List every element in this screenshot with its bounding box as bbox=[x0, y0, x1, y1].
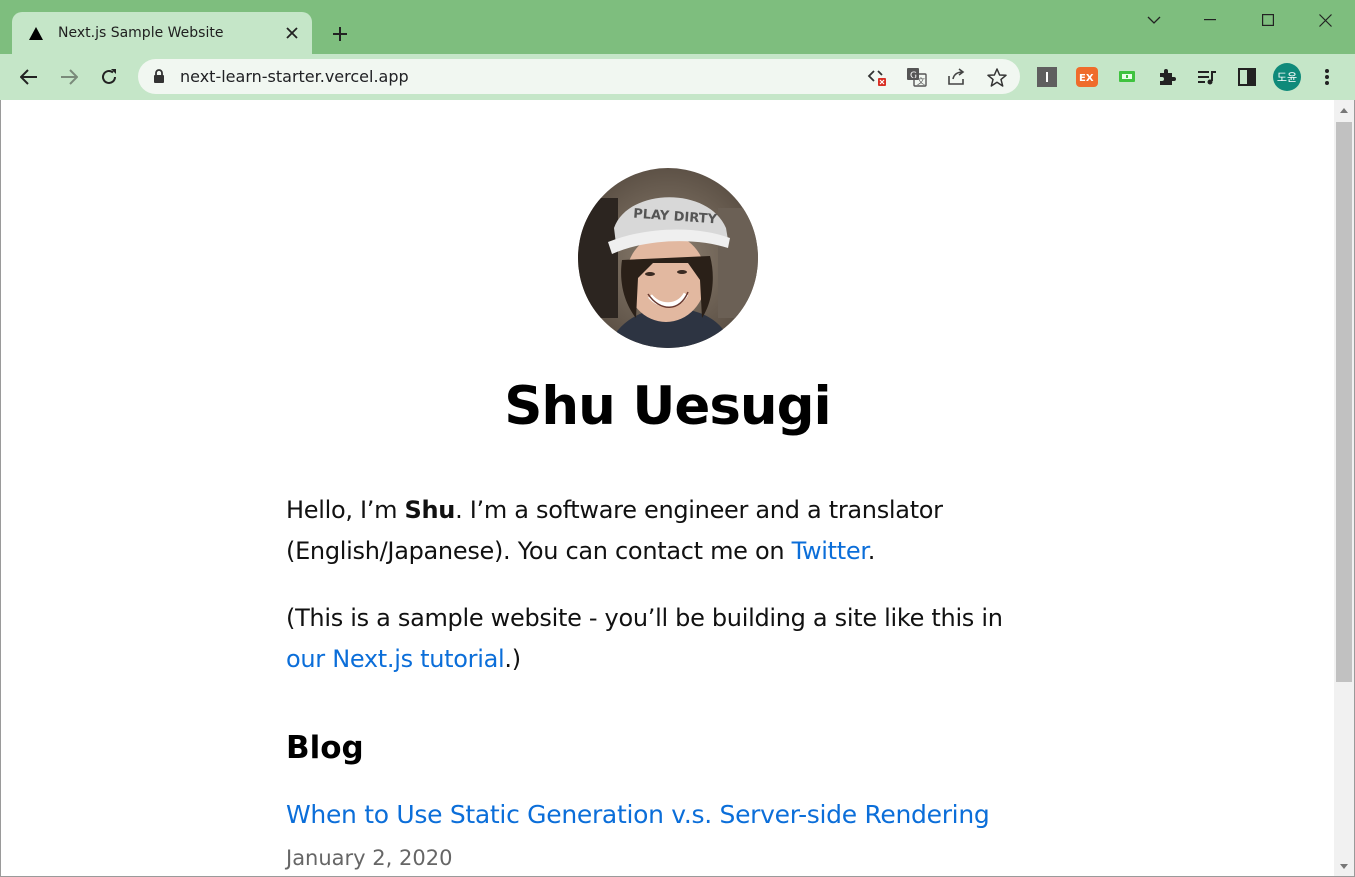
puzzle-icon[interactable] bbox=[1155, 65, 1179, 89]
tab-title: Next.js Sample Website bbox=[58, 25, 224, 41]
window-border-left bbox=[0, 100, 1, 877]
page-scrollbar[interactable] bbox=[1334, 100, 1354, 876]
menu-kebab-icon[interactable] bbox=[1315, 65, 1339, 89]
scroll-thumb[interactable] bbox=[1336, 122, 1352, 682]
bookmark-star-icon[interactable] bbox=[985, 65, 1009, 89]
maximize-icon[interactable] bbox=[1248, 6, 1288, 34]
svg-text:EX: EX bbox=[1079, 73, 1094, 84]
reload-icon[interactable] bbox=[94, 62, 124, 92]
ex-extension-icon[interactable]: EX bbox=[1075, 65, 1099, 89]
blog-heading: Blog bbox=[286, 730, 364, 766]
code-blocked-icon[interactable] bbox=[865, 65, 889, 89]
tab-search-icon[interactable] bbox=[1134, 6, 1174, 34]
close-window-icon[interactable] bbox=[1305, 6, 1345, 34]
svg-text:文: 文 bbox=[917, 76, 925, 86]
web-page: PLAY DIRTY Shu Uesugi Hello, I’m Shu. I’… bbox=[1, 100, 1334, 876]
intro-text: Hello, I’m bbox=[286, 496, 405, 524]
profile-avatar[interactable]: 도윤 bbox=[1272, 62, 1302, 92]
browser-tab[interactable]: Next.js Sample Website bbox=[12, 12, 312, 54]
scroll-up-arrow-icon[interactable] bbox=[1334, 100, 1354, 120]
back-icon[interactable] bbox=[14, 62, 44, 92]
minimize-icon[interactable] bbox=[1190, 6, 1230, 34]
address-bar[interactable]: next-learn-starter.vercel.app G文 bbox=[138, 59, 1020, 94]
translate-icon[interactable]: G文 bbox=[905, 65, 929, 89]
blog-post-link[interactable]: When to Use Static Generation v.s. Serve… bbox=[286, 800, 990, 829]
scroll-down-arrow-icon[interactable] bbox=[1334, 856, 1354, 876]
browser-toolbar: next-learn-starter.vercel.app G文 EX 도윤 bbox=[0, 54, 1355, 100]
lock-icon[interactable] bbox=[152, 68, 168, 84]
instapaper-icon[interactable] bbox=[1035, 65, 1059, 89]
blog-post-date: January 2, 2020 bbox=[286, 846, 453, 870]
sample-note-end: .) bbox=[504, 645, 521, 673]
forward-icon[interactable] bbox=[54, 62, 84, 92]
intro-bold-name: Shu bbox=[404, 496, 456, 524]
tutorial-link[interactable]: our Next.js tutorial bbox=[286, 645, 505, 673]
intro-paragraph: Hello, I’m Shu. I’m a software engineer … bbox=[286, 490, 1026, 572]
green-extension-icon[interactable] bbox=[1115, 65, 1139, 89]
browser-titlebar: Next.js Sample Website bbox=[0, 0, 1355, 54]
reading-list-icon[interactable] bbox=[1195, 65, 1219, 89]
sample-note-paragraph: (This is a sample website - you’ll be bu… bbox=[286, 598, 1026, 680]
new-tab-button[interactable] bbox=[326, 20, 354, 48]
page-title: Shu Uesugi bbox=[504, 376, 831, 437]
sample-note-text: (This is a sample website - you’ll be bu… bbox=[286, 604, 1003, 632]
share-icon[interactable] bbox=[945, 65, 969, 89]
profile-initials: 도윤 bbox=[1276, 71, 1298, 84]
url-text: next-learn-starter.vercel.app bbox=[180, 67, 409, 86]
close-tab-icon[interactable] bbox=[282, 23, 302, 43]
twitter-link[interactable]: Twitter bbox=[792, 537, 868, 565]
intro-section: Hello, I’m Shu. I’m a software engineer … bbox=[286, 490, 1026, 680]
intro-text-end: . bbox=[867, 537, 876, 565]
profile-photo: PLAY DIRTY bbox=[578, 168, 758, 348]
side-panel-icon[interactable] bbox=[1235, 65, 1259, 89]
triangle-icon bbox=[28, 25, 44, 41]
